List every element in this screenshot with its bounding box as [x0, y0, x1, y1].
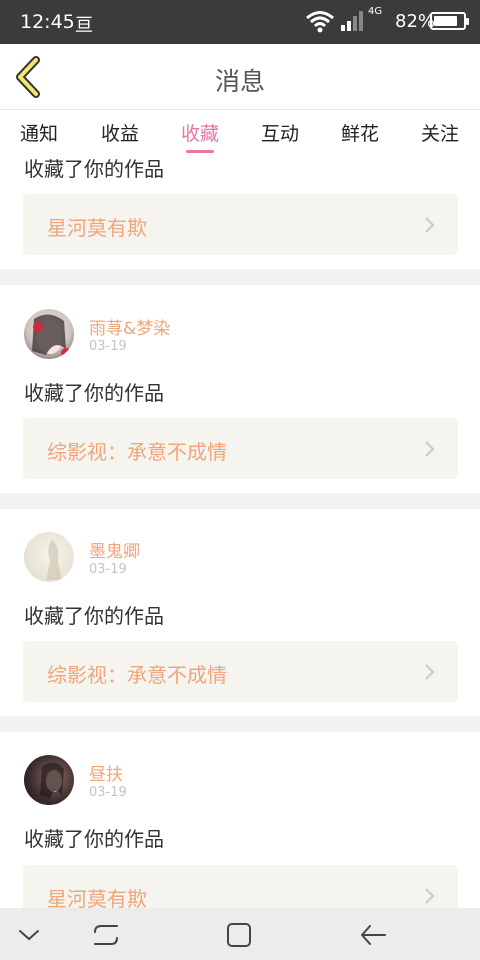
app-header: 消息: [0, 44, 480, 110]
avatar[interactable]: [24, 532, 74, 582]
chevron-right-icon: [425, 217, 435, 233]
user-name[interactable]: 墨鬼卿: [89, 537, 140, 562]
avatar[interactable]: [24, 755, 74, 805]
avatar-image: [46, 540, 62, 580]
tab-favorites[interactable]: 收藏: [170, 119, 230, 146]
network-type: 4G: [368, 6, 383, 17]
action-text: 收藏了你的作品: [24, 827, 164, 851]
page-title: 消息: [214, 67, 265, 96]
battery-fill: [434, 16, 457, 26]
divider: [0, 493, 480, 509]
wifi-icon: [306, 11, 334, 33]
avatar-image: [40, 762, 64, 799]
user-name[interactable]: 雨荨&梦染: [89, 314, 170, 339]
work-title: 综影视：承意不成情: [47, 663, 227, 687]
tab-following[interactable]: 关注: [410, 119, 470, 146]
tab-notifications[interactable]: 通知: [9, 119, 69, 146]
work-title: 综影视：承意不成情: [47, 440, 227, 464]
back-nav-icon[interactable]: [358, 920, 388, 950]
home-icon[interactable]: [224, 920, 254, 950]
status-app-icon: 亘: [75, 15, 93, 36]
divider: [0, 269, 480, 285]
chevron-right-icon: [425, 888, 435, 904]
message-date: 03-19: [89, 785, 127, 800]
action-text: 收藏了你的作品: [24, 157, 164, 181]
work-link[interactable]: 综影视：承意不成情: [23, 418, 458, 479]
work-title: 星河莫有欺: [47, 887, 147, 908]
divider: [0, 716, 480, 732]
tab-earnings[interactable]: 收益: [90, 119, 150, 146]
message-date: 03-19: [89, 339, 127, 354]
active-tab-indicator: [186, 150, 214, 153]
status-bar: 12:45 亘 4G 82%: [0, 0, 480, 44]
battery-icon: [430, 12, 469, 30]
action-text: 收藏了你的作品: [24, 381, 164, 405]
chevron-right-icon: [425, 664, 435, 680]
signal-icon: [341, 11, 363, 31]
work-link[interactable]: 星河莫有欺: [23, 865, 458, 908]
message-list[interactable]: 收藏了你的作品 星河莫有欺 雨荨&梦染 03-19 收藏了你的作品 综影视：承意…: [0, 155, 480, 908]
status-time: 12:45: [20, 11, 75, 33]
tab-flowers[interactable]: 鲜花: [330, 119, 390, 146]
action-text: 收藏了你的作品: [24, 604, 164, 628]
tab-interactions[interactable]: 互动: [250, 119, 310, 146]
work-title: 星河莫有欺: [47, 216, 147, 240]
message-date: 03-19: [89, 562, 127, 577]
work-link[interactable]: 综影视：承意不成情: [23, 641, 458, 702]
tab-bar: 通知 收益 收藏 互动 鲜花 关注: [0, 111, 480, 155]
recent-apps-icon[interactable]: [91, 920, 121, 950]
avatar[interactable]: [24, 309, 74, 359]
battery-percent: 82%: [395, 11, 436, 32]
work-link[interactable]: 星河莫有欺: [23, 194, 458, 255]
chevron-right-icon: [425, 441, 435, 457]
user-name[interactable]: 昼扶: [89, 760, 123, 785]
system-nav-bar: [0, 908, 480, 960]
chevron-down-icon[interactable]: [14, 920, 44, 950]
avatar-image: [32, 314, 71, 358]
